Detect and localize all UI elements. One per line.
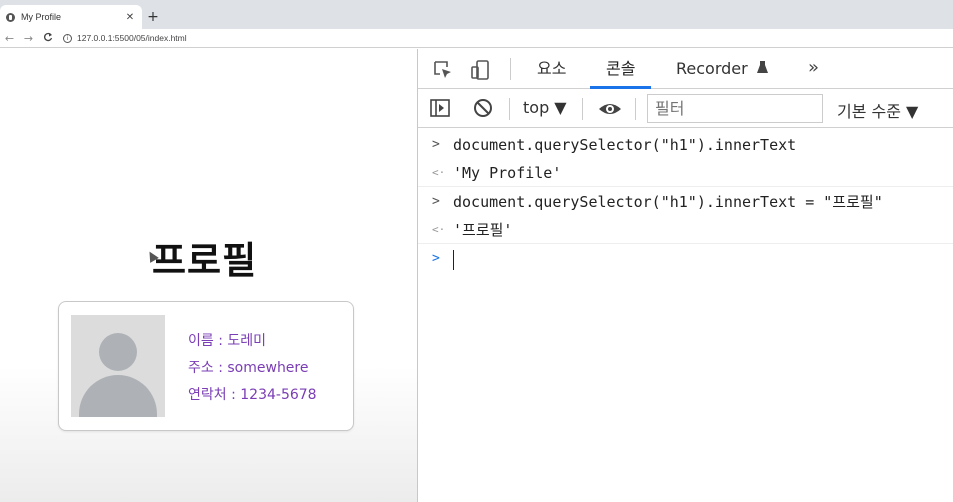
console-prompt[interactable]: > — [418, 245, 953, 273]
avatar-head — [99, 333, 137, 371]
output-arrow-icon: <· — [432, 223, 446, 236]
console-input-text: document.querySelector("h1").innerText =… — [453, 193, 883, 211]
profile-address: 주소 : somewhere — [188, 360, 309, 376]
prompt-chevron-icon: > — [432, 251, 440, 266]
tab-recorder-label: Recorder — [676, 59, 748, 78]
console-input-line: > document.querySelector("h1").innerText… — [418, 188, 953, 216]
input-chevron-icon: > — [432, 137, 440, 152]
profile-info: 이름 : 도레미 주소 : somewhere 연락처 : 1234-5678 — [188, 328, 317, 409]
forward-button[interactable]: → — [19, 32, 38, 45]
console-output-line: <· 'My Profile' — [418, 159, 953, 187]
output-arrow-icon: <· — [432, 166, 446, 179]
toolbar-divider — [510, 58, 511, 80]
tab-elements[interactable]: 요소 — [537, 57, 566, 89]
new-tab-button[interactable]: + — [146, 8, 160, 26]
clear-console-icon[interactable] — [472, 97, 494, 119]
close-tab-icon[interactable]: ✕ — [124, 12, 136, 23]
inspect-element-icon[interactable] — [432, 59, 454, 81]
reload-icon — [43, 32, 52, 41]
devtools-panel: 요소 콘솔 Recorder » top ▼ 기본 수준 ▼ — [417, 49, 953, 502]
profile-contact: 연락처 : 1234-5678 — [188, 387, 317, 403]
device-toolbar-icon[interactable] — [470, 59, 492, 81]
tab-bar: My Profile ✕ + — [0, 0, 953, 29]
console-input-text: document.querySelector("h1").innerText — [453, 136, 797, 154]
log-level-selector[interactable]: 기본 수준 ▼ — [837, 98, 918, 122]
devtools-tab-bar: 요소 콘솔 Recorder » — [418, 49, 953, 89]
console-output-text: '프로필' — [453, 221, 513, 239]
toolbar-divider — [582, 98, 583, 120]
context-selector[interactable]: top ▼ — [523, 98, 567, 117]
site-info-icon[interactable]: i — [63, 33, 72, 43]
console-output: > document.querySelector("h1").innerText… — [418, 129, 953, 502]
page-heading: 프로필 — [152, 239, 258, 282]
profile-name: 이름 : 도레미 — [188, 333, 267, 349]
tab-title: My Profile — [21, 12, 62, 22]
toolbar-divider — [509, 98, 510, 120]
console-output-line: <· '프로필' — [418, 216, 953, 244]
favicon-icon — [6, 12, 15, 22]
more-tabs-button[interactable]: » — [808, 57, 819, 78]
avatar-placeholder-icon — [71, 315, 165, 417]
prompt-caret — [453, 245, 454, 273]
console-toolbar: top ▼ 기본 수준 ▼ — [418, 90, 953, 128]
tab-recorder[interactable]: Recorder — [676, 57, 769, 89]
url-field[interactable]: i 127.0.0.1:5500/05/index.html — [59, 31, 191, 46]
browser-tab[interactable]: My Profile ✕ — [0, 5, 142, 29]
console-output-text: 'My Profile' — [453, 164, 562, 182]
reload-button[interactable] — [38, 32, 57, 45]
toolbar-divider — [635, 98, 636, 120]
profile-card: 이름 : 도레미 주소 : somewhere 연락처 : 1234-5678 — [58, 301, 354, 431]
console-input-line: > document.querySelector("h1").innerText — [418, 131, 953, 159]
filter-input[interactable] — [647, 94, 823, 123]
flask-icon — [756, 61, 768, 73]
avatar-body — [79, 375, 157, 417]
back-button[interactable]: ← — [0, 32, 19, 45]
url-text: 127.0.0.1:5500/05/index.html — [77, 33, 187, 43]
address-bar: ← → i 127.0.0.1:5500/05/index.html — [0, 29, 953, 48]
live-expression-eye-icon[interactable] — [597, 98, 623, 120]
tab-console[interactable]: 콘솔 — [590, 57, 652, 89]
input-chevron-icon: > — [432, 194, 440, 209]
sidebar-toggle-icon[interactable] — [429, 97, 451, 119]
page-viewport: 프로필 이름 : 도레미 주소 : somewhere 연락처 : 1234-5… — [0, 49, 417, 502]
